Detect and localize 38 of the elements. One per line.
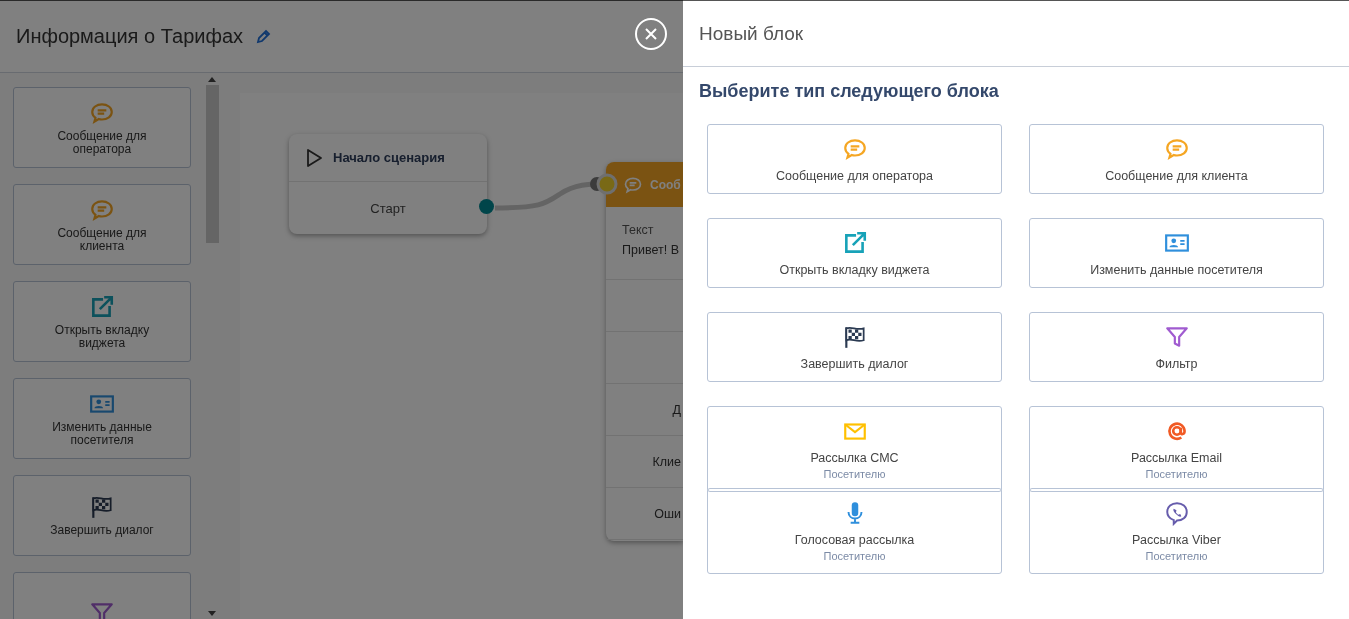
block-type-option[interactable]: Рассылка Viber Посетителю (1029, 488, 1324, 574)
block-type-option[interactable]: Завершить диалог (707, 312, 1002, 382)
edit-icon[interactable] (255, 28, 271, 45)
block-type-option[interactable]: Фильтр (1029, 312, 1324, 382)
close-icon (645, 28, 657, 40)
checkered-flag-icon (89, 494, 115, 520)
block-type-option[interactable]: Голосовая рассылка Посетителю (707, 488, 1002, 574)
panel-subtitle: Выберите тип следующего блока (698, 80, 1000, 102)
block-type-option[interactable]: Рассылка Email Посетителю (1029, 406, 1324, 492)
block-type-option[interactable]: Сообщение для оператора (707, 124, 1002, 194)
editor-title: Информация о Тарифах (16, 25, 243, 48)
close-button[interactable] (635, 18, 667, 50)
phone-bubble-icon (1163, 500, 1190, 526)
scroll-down-icon[interactable] (208, 611, 216, 616)
node-title: Сооб (650, 177, 681, 192)
scroll-up-icon[interactable] (208, 77, 216, 82)
message-node[interactable]: Сооб Текст Привет! В Д Клие Оши (606, 162, 683, 541)
field-label: Текст (622, 223, 655, 237)
block-type-option[interactable]: Сообщение для клиента (1029, 124, 1324, 194)
external-link-icon (89, 293, 115, 320)
node-title: Начало сценария (333, 150, 445, 165)
output-label: Старт (370, 200, 406, 216)
block-type-item[interactable]: Изменить данные посетителя (13, 378, 191, 459)
block-type-option[interactable]: Изменить данные посетителя (1029, 218, 1324, 288)
output-label: Д (672, 402, 681, 417)
field-value: Привет! В (622, 243, 680, 257)
block-type-option[interactable]: Рассылка СМС Посетителю (707, 406, 1002, 492)
block-type-item[interactable]: Открыть вкладку виджета (13, 281, 191, 362)
start-node[interactable]: Начало сценария Старт (289, 134, 487, 234)
block-type-option[interactable]: Открыть вкладку виджета (707, 218, 1002, 288)
panel-title: Новый блок (699, 22, 804, 45)
block-type-item[interactable]: Сообщение для клиента (13, 184, 191, 265)
output-label: Оши (654, 506, 681, 521)
block-type-item[interactable]: Завершить диалог (13, 475, 191, 556)
input-port[interactable] (588, 173, 618, 195)
play-icon (305, 147, 323, 168)
output-label: Клие (652, 454, 681, 469)
block-type-item[interactable]: Сообщение для оператора (13, 87, 191, 168)
